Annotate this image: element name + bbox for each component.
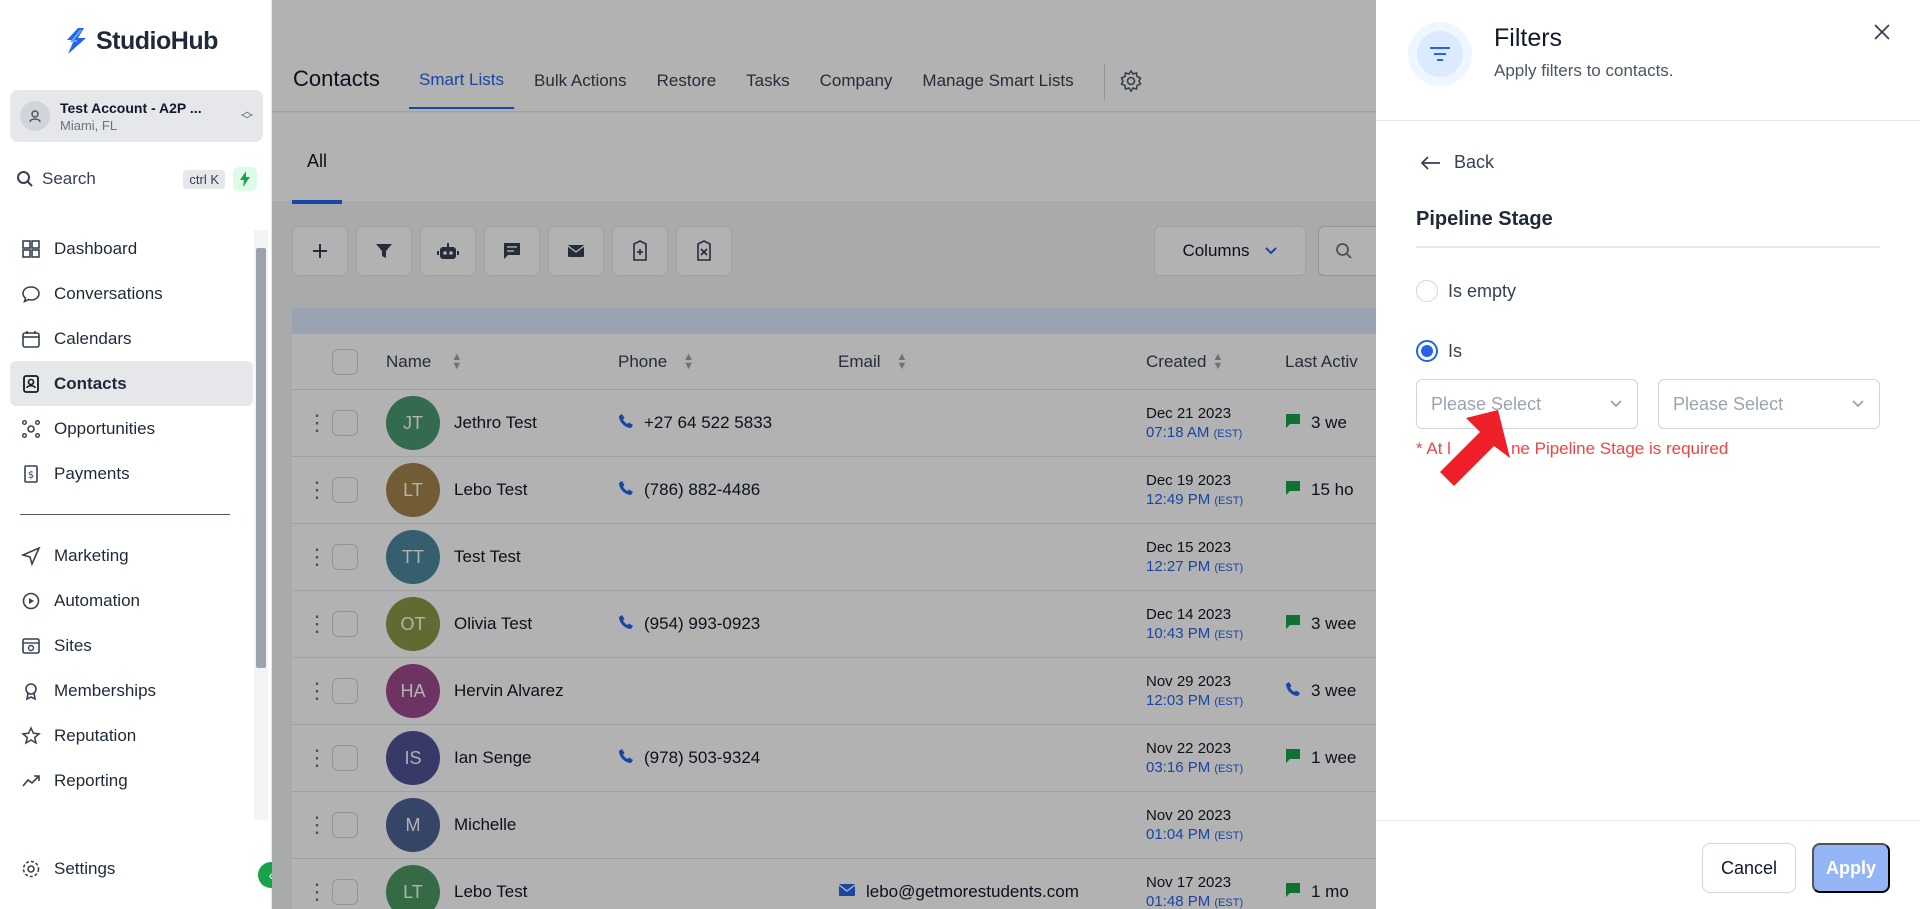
sidebar-item-label: Calendars <box>54 328 132 348</box>
sidebar-item-memberships[interactable]: Memberships <box>10 668 253 713</box>
sidebar-item-label: Automation <box>54 590 140 610</box>
sidebar-item-label: Opportunities <box>54 418 156 438</box>
sidebar-scrollbar[interactable] <box>254 230 268 820</box>
stage-select[interactable]: Please Select <box>1658 379 1880 429</box>
sidebar-item-label: Marketing <box>54 545 129 565</box>
sidebar-item-payments[interactable]: $ Payments <box>10 451 253 496</box>
logo-icon <box>67 28 86 54</box>
automation-icon <box>20 590 42 612</box>
star-icon <box>20 725 42 747</box>
app-logo[interactable]: StudioHub <box>64 26 218 56</box>
calendar-icon <box>20 328 42 350</box>
chevron-updown-icon: ︿ ﹀ <box>240 104 253 127</box>
close-icon <box>1874 24 1890 40</box>
sidebar-item-reporting[interactable]: Reporting <box>10 758 253 803</box>
stage-select-placeholder: Please Select <box>1673 393 1784 414</box>
radio-is-empty-label: Is empty <box>1448 280 1517 301</box>
annotation-arrow-icon <box>1440 410 1510 486</box>
send-icon <box>20 545 42 567</box>
reporting-icon <box>20 770 42 792</box>
account-switcher[interactable]: Test Account - A2P ... Miami, FL ︿ ﹀ <box>10 90 263 142</box>
account-avatar-icon <box>20 101 50 131</box>
payments-icon: $ <box>20 463 42 485</box>
opportunities-icon <box>20 418 42 440</box>
sidebar-item-conversations[interactable]: Conversations <box>10 271 253 316</box>
radio-is-label: Is <box>1448 340 1463 361</box>
sidebar-item-contacts[interactable]: Contacts <box>10 361 253 406</box>
filter-section-title: Pipeline Stage <box>1416 208 1553 230</box>
filters-title: Filters <box>1494 24 1563 52</box>
chevron-down-icon <box>1852 400 1864 408</box>
sidebar-item-settings[interactable]: Settings <box>20 858 115 880</box>
chevron-down-icon <box>1610 400 1622 408</box>
sidebar-item-label: Settings <box>54 859 116 878</box>
sidebar-item-label: Reporting <box>54 770 128 790</box>
filters-subtitle: Apply filters to contacts. <box>1494 61 1674 80</box>
radio-is-empty-input[interactable] <box>1416 280 1438 302</box>
arrow-left-icon <box>1420 155 1440 170</box>
dashboard-icon <box>20 238 42 260</box>
sidebar-item-opportunities[interactable]: Opportunities <box>10 406 253 451</box>
search-icon <box>17 171 33 187</box>
sidebar-search[interactable]: Search ctrl K <box>10 162 263 196</box>
memberships-icon <box>20 680 42 702</box>
close-button[interactable] <box>1868 18 1896 46</box>
back-button[interactable]: Back <box>1420 152 1494 173</box>
sidebar-item-label: Payments <box>54 463 130 483</box>
sidebar-item-label: Reputation <box>54 725 137 745</box>
radio-is-empty[interactable]: Is empty <box>1416 280 1516 302</box>
sidebar-item-reputation[interactable]: Reputation <box>10 713 253 758</box>
search-shortcut: ctrl K <box>183 169 225 189</box>
apply-button[interactable]: Apply <box>1812 843 1890 893</box>
filters-header: Filters Apply filters to contacts. <box>1376 0 1920 121</box>
sidebar-scroll-thumb[interactable] <box>256 248 266 668</box>
quick-action-bolt-icon[interactable] <box>233 167 257 191</box>
app-logo-text: StudioHub <box>96 26 218 55</box>
cancel-button[interactable]: Cancel <box>1702 843 1796 893</box>
filter-lines-icon <box>1430 47 1450 61</box>
account-location: Miami, FL <box>60 117 118 133</box>
sidebar-item-dashboard[interactable]: Dashboard <box>10 226 253 271</box>
sidebar-item-calendars[interactable]: Calendars <box>10 316 253 361</box>
contacts-icon <box>20 373 42 395</box>
sidebar-item-sites[interactable]: Sites <box>10 623 253 668</box>
sidebar-item-label: Memberships <box>54 680 157 700</box>
section-divider <box>1416 246 1880 248</box>
back-label: Back <box>1454 152 1495 172</box>
sidebar-item-label: Conversations <box>54 283 163 303</box>
sidebar-item-label: Dashboard <box>54 238 138 258</box>
sidebar-item-automation[interactable]: Automation <box>10 578 253 623</box>
sidebar-nav: Dashboard Conversations Calendars Contac… <box>10 226 253 803</box>
svg-text:$: $ <box>28 470 34 481</box>
sites-icon <box>20 635 42 657</box>
filters-footer: Cancel Apply <box>1376 820 1920 909</box>
radio-is-input[interactable] <box>1416 340 1438 362</box>
sidebar-item-label: Sites <box>54 635 92 655</box>
sidebar-search-label: Search <box>42 169 96 188</box>
account-name: Test Account - A2P ... <box>60 99 202 116</box>
sidebar-item-marketing[interactable]: Marketing <box>10 533 253 578</box>
gear-icon <box>20 858 42 880</box>
sidebar: StudioHub Test Account - A2P ... Miami, … <box>0 0 284 909</box>
sidebar-item-label: Contacts <box>54 373 127 393</box>
filter-badge <box>1408 22 1472 86</box>
chat-bubble-icon <box>20 283 42 305</box>
sidebar-divider <box>20 514 230 515</box>
radio-is[interactable]: Is <box>1416 340 1462 362</box>
